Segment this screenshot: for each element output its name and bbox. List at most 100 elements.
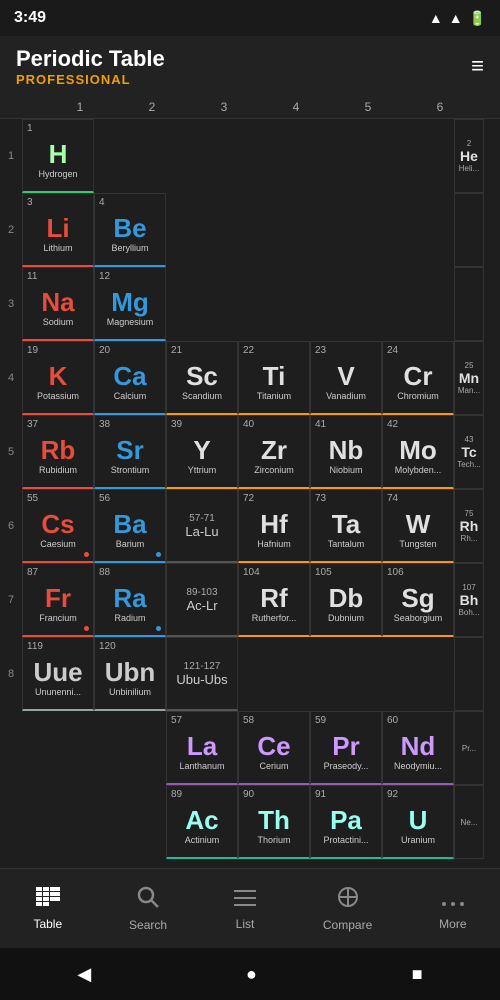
element-cell-na[interactable]: 11NaSodium — [22, 267, 94, 341]
status-icons: ▲ ▲ 🔋 — [429, 10, 486, 27]
android-nav-bar: ◀ ● ■ — [0, 948, 500, 1000]
empty-cell — [94, 119, 166, 193]
app-title: Periodic Table — [16, 46, 165, 72]
signal-icon: ▲ — [449, 10, 463, 26]
row-label: 5 — [0, 415, 22, 489]
overflow-indicator: 75RhRh... — [454, 489, 484, 563]
empty-cell — [238, 267, 310, 341]
periodic-table: 11HHydrogen2HeHeli...23LiLithium4BeBeryl… — [0, 119, 500, 859]
status-time: 3:49 — [14, 9, 46, 27]
col-5: 5 — [332, 96, 404, 118]
table-row-6: 655CsCaesium56BaBarium57-71La-Lu72HfHafn… — [0, 489, 500, 563]
nav-icon-compare — [337, 886, 359, 914]
row-label: 4 — [0, 341, 22, 415]
actinide-row: 89AcActinium90ThThorium91PaProtactini...… — [0, 785, 500, 859]
element-cell-ca[interactable]: 20CaCalcium — [94, 341, 166, 415]
element-cell-ce[interactable]: 58CeCerium — [238, 711, 310, 785]
element-cell-mg[interactable]: 12MgMagnesium — [94, 267, 166, 341]
app-header: Periodic Table PROFESSIONAL ≡ — [0, 36, 500, 96]
element-cell-pa[interactable]: 91PaProtactini... — [310, 785, 382, 859]
table-area: 1 2 3 4 5 6 11HHydrogen2HeHeli...23LiLit… — [0, 96, 500, 868]
empty-cell — [382, 267, 454, 341]
empty-cell — [382, 193, 454, 267]
element-cell-ta[interactable]: 73TaTantalum — [310, 489, 382, 563]
element-cell-u[interactable]: 92UUranium — [382, 785, 454, 859]
element-cell-rf[interactable]: 104RfRutherfor... — [238, 563, 310, 637]
row-label: 8 — [0, 637, 22, 711]
element-cell-nb[interactable]: 41NbNiobium — [310, 415, 382, 489]
element-cell-sc[interactable]: 21ScScandium — [166, 341, 238, 415]
title-block: Periodic Table PROFESSIONAL — [16, 46, 165, 87]
battery-icon: 🔋 — [469, 10, 486, 27]
lanthanide-label — [0, 711, 22, 785]
empty-cell — [238, 193, 310, 267]
element-cell-cs[interactable]: 55CsCaesium — [22, 489, 94, 563]
overflow-indicator: 43TcTech... — [454, 415, 484, 489]
nav-item-more[interactable]: More — [439, 887, 466, 931]
element-cell-fr[interactable]: 87FrFrancium — [22, 563, 94, 637]
overflow-indicator: 25MnMan... — [454, 341, 484, 415]
nav-item-search[interactable]: Search — [129, 886, 167, 932]
element-cell-cr[interactable]: 24CrChromium — [382, 341, 454, 415]
element-cell-ubn[interactable]: 120UbnUnbinilium — [94, 637, 166, 711]
wifi-icon: ▲ — [429, 10, 443, 26]
element-cell-h[interactable]: 1HHydrogen — [22, 119, 94, 193]
empty-cell — [238, 119, 310, 193]
multi-cell[interactable]: 57-71La-Lu — [166, 489, 238, 563]
nav-item-table[interactable]: Table — [33, 887, 62, 931]
empty-cell — [166, 267, 238, 341]
nav-item-list[interactable]: List — [234, 887, 256, 931]
element-cell-uue[interactable]: 119UueUnunenni... — [22, 637, 94, 711]
element-cell-db[interactable]: 105DbDubnium — [310, 563, 382, 637]
actinide-label — [0, 785, 22, 859]
element-cell-mo[interactable]: 42MoMolybden... — [382, 415, 454, 489]
table-row-5: 537RbRubidium38SrStrontium39YYttrium40Zr… — [0, 415, 500, 489]
element-cell-sr[interactable]: 38SrStrontium — [94, 415, 166, 489]
row-label: 6 — [0, 489, 22, 563]
table-row-1: 11HHydrogen2HeHeli... — [0, 119, 500, 193]
status-bar: 3:49 ▲ ▲ 🔋 — [0, 0, 500, 36]
nav-label-table: Table — [33, 917, 62, 931]
nav-icon-table — [36, 887, 60, 913]
nav-icon-search — [137, 886, 159, 914]
col-2: 2 — [116, 96, 188, 118]
row-label: 1 — [0, 119, 22, 193]
element-cell-li[interactable]: 3LiLithium — [22, 193, 94, 267]
element-cell-ra[interactable]: 88RaRadium — [94, 563, 166, 637]
col-4: 4 — [260, 96, 332, 118]
overflow-indicator — [454, 193, 484, 267]
row-label: 2 — [0, 193, 22, 267]
column-headers: 1 2 3 4 5 6 — [0, 96, 500, 119]
filter-icon[interactable]: ≡ — [471, 53, 484, 79]
element-cell-la[interactable]: 57LaLanthanum — [166, 711, 238, 785]
element-cell-th[interactable]: 90ThThorium — [238, 785, 310, 859]
element-cell-sg[interactable]: 106SgSeaborgium — [382, 563, 454, 637]
nav-icon-more — [442, 887, 464, 913]
row-label: 3 — [0, 267, 22, 341]
element-cell-ba[interactable]: 56BaBarium — [94, 489, 166, 563]
empty-cell — [166, 193, 238, 267]
element-cell-zr[interactable]: 40ZrZirconium — [238, 415, 310, 489]
nav-item-compare[interactable]: Compare — [323, 886, 372, 932]
element-cell-nd[interactable]: 60NdNeodymiu... — [382, 711, 454, 785]
col-1: 1 — [44, 96, 116, 118]
element-cell-ac[interactable]: 89AcActinium — [166, 785, 238, 859]
overflow-indicator: 107BhBoh... — [454, 563, 484, 637]
element-cell-v[interactable]: 23VVanadium — [310, 341, 382, 415]
multi-cell[interactable]: 121-127Ubu-Ubs — [166, 637, 238, 711]
element-cell-y[interactable]: 39YYttrium — [166, 415, 238, 489]
overflow-indicator — [454, 267, 484, 341]
element-cell-k[interactable]: 19KPotassium — [22, 341, 94, 415]
multi-cell[interactable]: 89-103Ac-Lr — [166, 563, 238, 637]
element-cell-hf[interactable]: 72HfHafnium — [238, 489, 310, 563]
empty-cell — [238, 637, 310, 711]
element-cell-pr[interactable]: 59PrPraseody... — [310, 711, 382, 785]
recent-button[interactable]: ■ — [412, 964, 423, 985]
element-cell-ti[interactable]: 22TiTitanium — [238, 341, 310, 415]
element-cell-rb[interactable]: 37RbRubidium — [22, 415, 94, 489]
app-subtitle: PROFESSIONAL — [16, 72, 165, 87]
back-button[interactable]: ◀ — [77, 964, 91, 985]
element-cell-w[interactable]: 74WTungsten — [382, 489, 454, 563]
element-cell-be[interactable]: 4BeBeryllium — [94, 193, 166, 267]
home-button[interactable]: ● — [246, 964, 257, 985]
